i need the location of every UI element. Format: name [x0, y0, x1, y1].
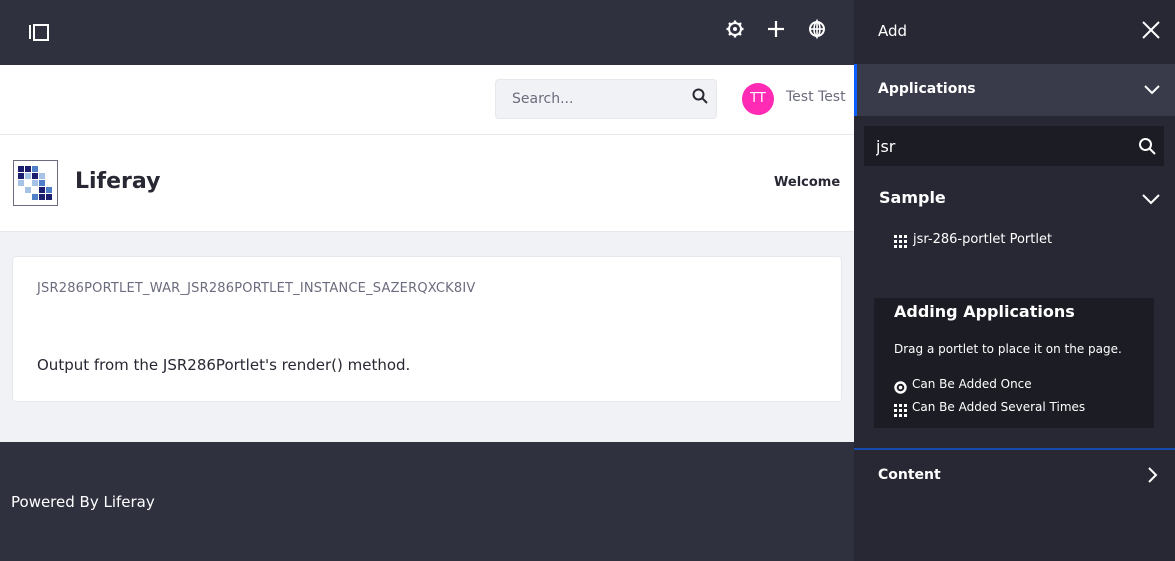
plus-icon[interactable] — [766, 19, 786, 39]
avatar[interactable]: TT — [742, 83, 774, 115]
footer: Powered By Liferay — [0, 442, 854, 561]
help-once-label: Can Be Added Once — [912, 377, 1032, 391]
user-name[interactable]: Test Test — [786, 89, 846, 105]
site-header: Liferay Welcome — [0, 135, 854, 232]
add-panel-header: Add — [854, 0, 1175, 64]
application-search — [864, 126, 1164, 166]
radio-circle-icon — [894, 379, 907, 394]
search-input[interactable] — [496, 80, 686, 118]
application-item-label: jsr-286-portlet Portlet — [913, 232, 1053, 247]
close-icon[interactable] — [1141, 20, 1161, 40]
adding-applications-help: Adding Applications Drag a portlet to pl… — [874, 298, 1154, 428]
search-icon[interactable] — [1138, 137, 1156, 155]
help-text: Drag a portlet to place it on the page. — [894, 342, 1122, 356]
add-panel-title: Add — [878, 22, 908, 40]
content-label: Content — [878, 467, 941, 483]
chevron-right-icon — [1143, 466, 1161, 484]
search-icon[interactable] — [692, 88, 708, 104]
main-content: JSR286PORTLET_WAR_JSR286PORTLET_INSTANCE… — [0, 232, 854, 442]
applications-label: Applications — [878, 81, 976, 97]
site-logo-icon[interactable] — [13, 160, 58, 206]
add-panel: Add Applications Sample jsr-286-portlet … — [854, 0, 1175, 561]
category-label: Sample — [879, 188, 946, 207]
applications-section-toggle[interactable]: Applications — [854, 64, 1175, 116]
site-search — [495, 79, 717, 119]
content-section-toggle[interactable]: Content — [854, 450, 1175, 502]
portlet-title: JSR286PORTLET_WAR_JSR286PORTLET_INSTANCE… — [37, 281, 476, 296]
application-search-input[interactable] — [864, 126, 1124, 166]
site-name[interactable]: Liferay — [75, 169, 160, 194]
grid-icon — [894, 233, 907, 248]
category-sample-toggle[interactable]: Sample — [854, 180, 1175, 218]
control-menu — [0, 0, 854, 65]
chevron-down-icon — [1143, 80, 1161, 98]
footer-text: Powered By Liferay — [11, 493, 155, 511]
nav-item-welcome[interactable]: Welcome — [774, 175, 840, 190]
help-several-label: Can Be Added Several Times — [912, 400, 1086, 414]
help-title: Adding Applications — [894, 302, 1075, 321]
portlet-body: Output from the JSR286Portlet's render()… — [37, 356, 411, 374]
sidebar-toggle-icon[interactable] — [28, 22, 50, 42]
gear-icon[interactable] — [725, 19, 745, 39]
chevron-down-icon — [1141, 189, 1161, 209]
simulation-icon[interactable] — [807, 19, 827, 39]
portlet: JSR286PORTLET_WAR_JSR286PORTLET_INSTANCE… — [12, 256, 842, 402]
grid-icon — [894, 402, 907, 417]
user-header: TT Test Test — [0, 65, 854, 135]
